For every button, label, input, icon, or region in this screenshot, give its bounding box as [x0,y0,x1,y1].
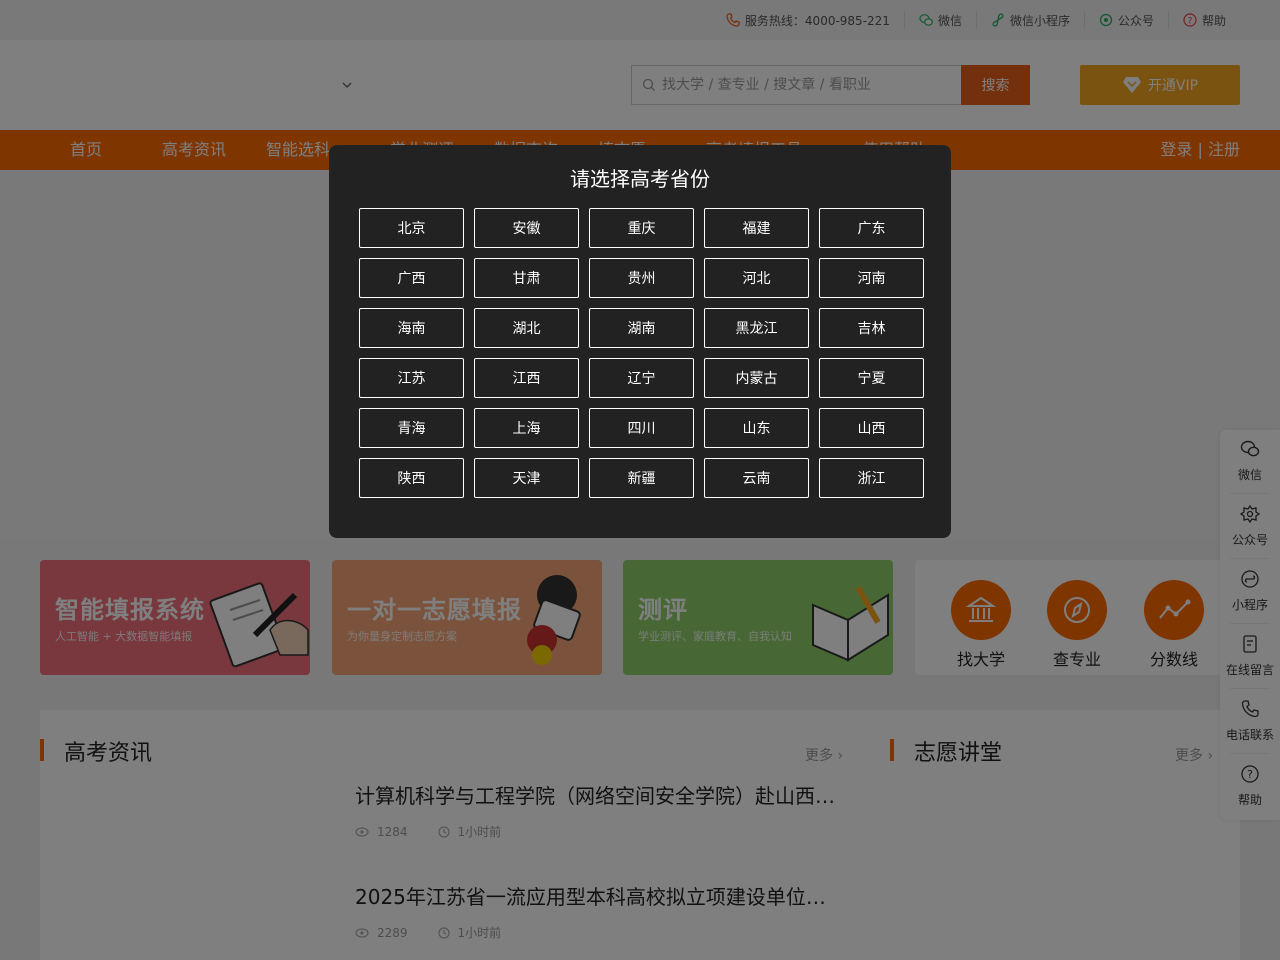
province-button[interactable]: 黑龙江 [704,308,809,348]
modal-title: 请选择高考省份 [570,167,710,191]
province-button[interactable]: 云南 [704,458,809,498]
province-button[interactable]: 内蒙古 [704,358,809,398]
province-button[interactable]: 河北 [704,258,809,298]
province-button[interactable]: 安徽 [474,208,579,248]
province-button[interactable]: 江西 [474,358,579,398]
province-button[interactable]: 浙江 [819,458,924,498]
province-button[interactable]: 江苏 [359,358,464,398]
province-button[interactable]: 山东 [704,408,809,448]
province-select-modal: 请选择高考省份 北京 安徽 重庆 福建 广东广西 甘肃 贵州 河北 河南海南 湖北 湖南 黑龙江 吉林江… [329,145,951,538]
province-button[interactable]: 海南 [359,308,464,348]
province-button[interactable]: 吉林 [819,308,924,348]
province-button[interactable]: 天津 [474,458,579,498]
province-button[interactable]: 广东 [819,208,924,248]
province-button[interactable]: 新疆 [589,458,694,498]
province-button[interactable]: 湖南 [589,308,694,348]
province-button[interactable]: 重庆 [589,208,694,248]
province-button[interactable]: 宁夏 [819,358,924,398]
province-button[interactable]: 北京 [359,208,464,248]
province-button[interactable]: 陕西 [359,458,464,498]
province-button[interactable]: 山西 [819,408,924,448]
province-button[interactable]: 河南 [819,258,924,298]
province-button[interactable]: 上海 [474,408,579,448]
province-button[interactable]: 湖北 [474,308,579,348]
province-button[interactable]: 辽宁 [589,358,694,398]
province-grid: 北京 安徽 重庆 福建 广东广西 甘肃 贵州 河北 河南海南 湖北 湖南 黑龙江 吉林江苏 江西 辽宁 内蒙古… [359,208,924,498]
province-button[interactable]: 青海 [359,408,464,448]
province-button[interactable]: 广西 [359,258,464,298]
province-button[interactable]: 甘肃 [474,258,579,298]
province-button[interactable]: 四川 [589,408,694,448]
province-button[interactable]: 贵州 [589,258,694,298]
province-button[interactable]: 福建 [704,208,809,248]
